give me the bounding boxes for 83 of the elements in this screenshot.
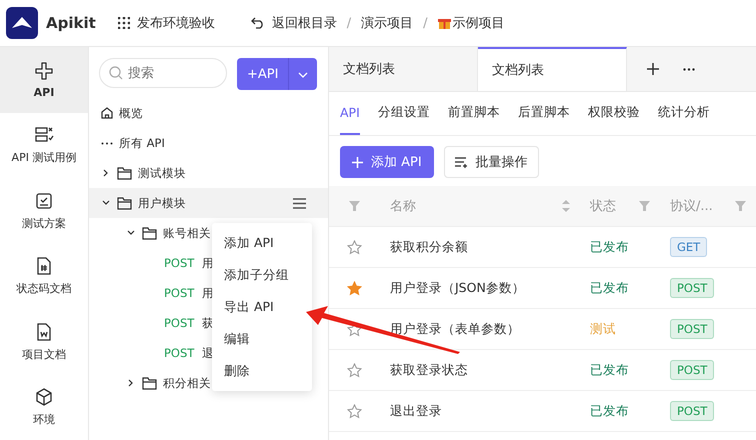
api-name[interactable]: 用户登录（表单参数） (390, 320, 520, 336)
column-header: 状态 (590, 198, 616, 215)
method-label: POST (164, 286, 196, 300)
tab[interactable]: 文档列表 (478, 47, 627, 91)
method-tag: GET (670, 237, 708, 257)
search-icon (109, 66, 123, 80)
method-tag: POST (670, 319, 714, 339)
breadcrumb-link[interactable]: 演示项目 (361, 14, 414, 32)
add-api-button[interactable]: 添加 API (340, 146, 434, 178)
nav-item[interactable]: 环境 (0, 374, 88, 440)
nav-item[interactable]: 项目文档 (0, 309, 88, 374)
tree-item[interactable]: 获 (202, 316, 214, 330)
tree-item[interactable]: 所有 API (119, 136, 165, 150)
tree-item[interactable]: 退 (202, 346, 214, 360)
tree-item[interactable]: 概览 (119, 106, 143, 120)
caret-icon (298, 72, 308, 78)
status-text: 已发布 (590, 362, 629, 376)
sub-tab[interactable]: 后置脚本 (518, 92, 570, 135)
status-text: 已发布 (590, 238, 629, 254)
tree-item[interactable]: 用 (202, 286, 214, 300)
logo-icon (6, 7, 38, 39)
undo-icon (250, 17, 265, 29)
nav-item[interactable]: API 测试用例 (0, 112, 88, 178)
app-name: Apikit (46, 14, 96, 32)
method-label: POST (164, 346, 196, 360)
tree-item[interactable]: 积分相关 (163, 376, 211, 390)
menu-icon[interactable] (293, 198, 306, 208)
home-icon (101, 107, 113, 119)
breadcrumb-link[interactable]: 示例项目 (438, 14, 505, 32)
sub-tab[interactable]: 前置脚本 (448, 92, 500, 135)
menu-item[interactable]: 编辑 (212, 323, 312, 355)
gift-icon (438, 16, 451, 30)
sub-tab[interactable]: API (340, 92, 360, 135)
sub-tab[interactable]: 统计分析 (658, 92, 710, 135)
api-name[interactable]: 获取积分余额 (390, 238, 468, 254)
folder-icon (117, 166, 132, 180)
tree-item[interactable]: 测试模块 (138, 166, 186, 180)
back-button[interactable]: 返回根目录 (250, 14, 337, 32)
check-box-icon (34, 190, 54, 211)
folder-icon (142, 376, 157, 390)
status-text: 测试 (590, 320, 616, 336)
tree-item[interactable]: 账号相关 (163, 226, 211, 240)
workspace-button[interactable]: 发布环境验收 (118, 14, 215, 32)
status-text: 已发布 (590, 280, 629, 294)
menu-item[interactable]: 导出 API (212, 291, 312, 323)
plus-icon (352, 156, 363, 168)
column-header: 名称 (390, 198, 416, 215)
menu-item[interactable]: 删除 (212, 355, 312, 387)
sub-tab[interactable]: 分组设置 (378, 92, 430, 135)
method-label: POST (164, 256, 196, 270)
list-icon (454, 156, 468, 168)
method-label: POST (164, 316, 196, 330)
menu-item[interactable]: 添加 API (212, 227, 312, 259)
method-tag: POST (670, 360, 714, 380)
nav-item[interactable]: API (0, 47, 88, 112)
grid-icon (118, 17, 130, 29)
breadcrumb-separator: / (423, 16, 428, 30)
nav-item[interactable]: 测试方案 (0, 178, 88, 244)
column-header: 协议/... (670, 198, 713, 215)
api-name[interactable]: 获取登录状态 (390, 362, 468, 376)
tree-item[interactable]: 用户模块 (138, 196, 186, 210)
more-icon[interactable] (683, 68, 695, 70)
sub-tab[interactable]: 权限校验 (588, 92, 640, 135)
star-icon[interactable] (346, 404, 362, 418)
batch-button[interactable]: 批量操作 (444, 146, 539, 178)
method-tag: POST (670, 401, 714, 421)
star-icon[interactable] (346, 280, 362, 296)
folder-icon (142, 226, 157, 240)
cube-icon (34, 387, 54, 408)
plus-icon[interactable] (647, 63, 659, 75)
search-field[interactable]: 搜索 (99, 58, 227, 88)
api-name[interactable]: 退出登录 (390, 402, 442, 418)
folder-icon (117, 196, 132, 210)
star-icon[interactable] (346, 240, 362, 254)
tree-item[interactable]: 用 (202, 256, 214, 270)
breadcrumb-separator: / (346, 16, 352, 30)
nav-item[interactable]: 状态码文档 (0, 244, 88, 309)
dots-icon (101, 142, 113, 144)
status-text: 已发布 (590, 402, 629, 418)
star-icon[interactable] (346, 362, 362, 378)
method-tag: POST (670, 278, 714, 298)
api-name[interactable]: 用户登录（JSON参数） (390, 280, 525, 294)
menu-item[interactable]: 添加子分组 (212, 259, 312, 291)
